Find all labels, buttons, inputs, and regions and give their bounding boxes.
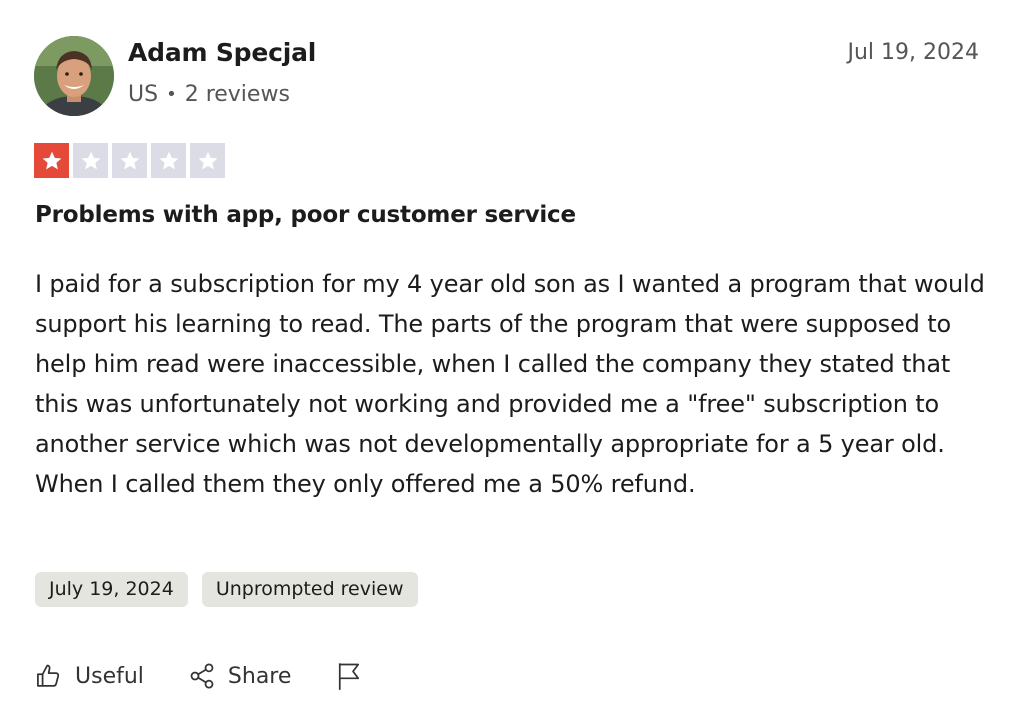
report-button[interactable]: [335, 661, 375, 691]
useful-label: Useful: [75, 663, 144, 689]
reviewer-review-count[interactable]: 2 reviews: [185, 82, 290, 107]
useful-button[interactable]: Useful: [35, 662, 144, 690]
star-icon: [42, 151, 61, 169]
review-type-tag[interactable]: Unprompted review: [201, 572, 418, 607]
star-icon: [81, 151, 100, 169]
star-icon: [198, 151, 217, 169]
reviewer-name[interactable]: Adam Specjal: [128, 38, 316, 67]
thumbs-up-icon: [37, 664, 60, 687]
share-label: Share: [227, 663, 292, 689]
reviewer-meta: US • 2 reviews: [128, 82, 290, 107]
review-date: Jul 19, 2024: [847, 40, 979, 65]
experience-date-tag[interactable]: July 19, 2024: [35, 572, 188, 607]
star-icon: [159, 151, 178, 169]
star-empty: [151, 143, 186, 178]
star-empty: [73, 143, 108, 178]
meta-separator: •: [166, 84, 177, 105]
review-tags: July 19, 2024 Unprompted review: [35, 572, 418, 607]
star-icon: [120, 151, 139, 169]
avatar[interactable]: [34, 36, 114, 116]
review-body: I paid for a subscription for my 4 year …: [35, 270, 985, 498]
share-button[interactable]: Share: [188, 662, 292, 690]
reviewer-country: US: [128, 82, 159, 107]
review-title[interactable]: Problems with app, poor customer service: [35, 202, 576, 228]
review-actions: Useful Share: [35, 661, 375, 691]
review-card: Adam Specjal US • 2 reviews Jul 19, 2024…: [0, 0, 1024, 716]
star-empty: [190, 143, 225, 178]
star-rating: [34, 143, 225, 178]
star-empty: [112, 143, 147, 178]
share-icon: [190, 663, 214, 689]
star-filled: [34, 143, 69, 178]
avatar-photo: [34, 36, 114, 116]
flag-icon: [339, 663, 360, 690]
